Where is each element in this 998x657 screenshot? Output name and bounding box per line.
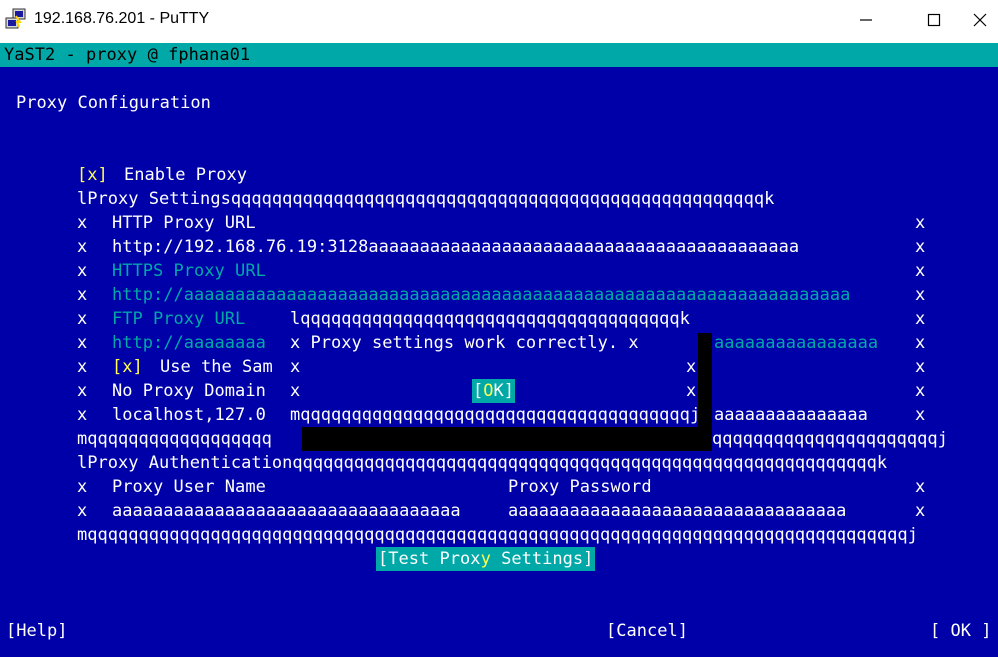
test-proxy-settings-button[interactable]: [Test Proxy Settings] bbox=[376, 547, 596, 571]
same-proxy-label: Use the Sam bbox=[160, 357, 273, 377]
proxy-settings-frame-bottom-right: qqqqqqqqqqqqqqqqqqqqqqj bbox=[712, 429, 948, 449]
putty-icon bbox=[4, 7, 28, 31]
cancel-button[interactable]: [Cancel] bbox=[606, 619, 688, 643]
popup-border: x bbox=[686, 381, 697, 401]
enable-proxy-checkbox[interactable]: [x] bbox=[77, 163, 108, 187]
ftp-proxy-input[interactable]: http://aaaaaaaa bbox=[112, 331, 266, 355]
page-title: Proxy Configuration bbox=[16, 93, 211, 113]
frame-border: x bbox=[915, 405, 926, 425]
frame-border: x bbox=[915, 333, 926, 353]
proxy-auth-frame-top: lProxy Authenticationqqqqqqqqqqqqqqqqqqq… bbox=[77, 453, 888, 473]
frame-border: x bbox=[77, 309, 88, 329]
popup-border: x bbox=[686, 357, 697, 377]
http-proxy-input[interactable]: http://192.168.76.19:3128aaaaaaaaaaaaaaa… bbox=[112, 235, 799, 259]
yast-header: YaST2 - proxy @ fphana01 bbox=[4, 45, 251, 65]
frame-border: x bbox=[77, 405, 88, 425]
popup-frame-bottom: mqqqqqqqqqqqqqqqqqqqqqqqqqqqqqqqqqqqqqqj bbox=[290, 405, 701, 425]
proxy-auth-frame-bottom: mqqqqqqqqqqqqqqqqqqqqqqqqqqqqqqqqqqqqqqq… bbox=[77, 525, 918, 545]
proxy-user-label: Proxy User Name bbox=[112, 477, 266, 497]
frame-border: x bbox=[77, 477, 88, 497]
close-icon[interactable] bbox=[957, 0, 998, 40]
proxy-settings-frame-top: lProxy Settingsqqqqqqqqqqqqqqqqqqqqqqqqq… bbox=[77, 189, 775, 209]
https-proxy-label: HTTPS Proxy URL bbox=[112, 261, 266, 281]
frame-border: x bbox=[915, 285, 926, 305]
frame-border: x bbox=[915, 309, 926, 329]
frame-border: x bbox=[77, 333, 88, 353]
frame-border: x bbox=[915, 477, 926, 497]
popup-message: x Proxy settings work correctly. x bbox=[290, 333, 639, 353]
minimize-icon[interactable] bbox=[843, 0, 889, 40]
ok-button[interactable]: [ OK ] bbox=[930, 619, 992, 643]
popup-shadow bbox=[302, 427, 712, 451]
frame-border: x bbox=[915, 261, 926, 281]
http-proxy-label: HTTP Proxy URL bbox=[112, 213, 256, 233]
frame-border: x bbox=[915, 381, 926, 401]
popup-border: x bbox=[290, 381, 301, 401]
popup-border: x bbox=[290, 357, 301, 377]
terminal[interactable]: YaST2 - proxy @ fphana01 Proxy Configura… bbox=[0, 43, 998, 657]
proxy-user-input[interactable]: aaaaaaaaaaaaaaaaaaaaaaaaaaaaaaaaaa bbox=[112, 499, 461, 523]
frame-border: x bbox=[77, 237, 88, 257]
frame-border: x bbox=[915, 213, 926, 233]
frame-border: x bbox=[77, 381, 88, 401]
frame-border: x bbox=[77, 357, 88, 377]
frame-border: x bbox=[77, 285, 88, 305]
frame-border: x bbox=[77, 213, 88, 233]
popup-ok-button[interactable]: [OK] bbox=[472, 379, 516, 403]
window-title: 192.168.76.201 - PuTTY bbox=[34, 10, 210, 27]
frame-border: x bbox=[915, 237, 926, 257]
proxy-settings-frame-bottom: mqqqqqqqqqqqqqqqqqq bbox=[77, 429, 272, 449]
frame-border: x bbox=[77, 501, 88, 521]
no-proxy-input[interactable]: localhost,127.0 bbox=[112, 403, 266, 427]
no-proxy-label: No Proxy Domain bbox=[112, 381, 266, 401]
no-proxy-input-tail: aaaaaaaaaaaaaaa bbox=[714, 405, 868, 425]
help-button[interactable]: [Help] bbox=[6, 619, 68, 643]
frame-border: x bbox=[77, 261, 88, 281]
proxy-password-input[interactable]: aaaaaaaaaaaaaaaaaaaaaaaaaaaaaaaaa bbox=[508, 499, 846, 523]
same-proxy-checkbox[interactable]: [x] bbox=[112, 355, 143, 379]
maximize-icon[interactable] bbox=[911, 0, 957, 40]
proxy-password-label: Proxy Password bbox=[508, 477, 652, 497]
frame-border: x bbox=[915, 501, 926, 521]
ftp-proxy-input-tail: aaaaaaaaaaaaaaaa bbox=[714, 333, 879, 353]
window-titlebar[interactable]: 192.168.76.201 - PuTTY bbox=[0, 0, 998, 43]
ftp-proxy-label: FTP Proxy URL bbox=[112, 309, 246, 329]
popup-frame-top: lqqqqqqqqqqqqqqqqqqqqqqqqqqqqqqqqqqqqqk bbox=[290, 309, 690, 329]
enable-proxy-label: Enable Proxy bbox=[124, 165, 248, 185]
frame-border: x bbox=[915, 357, 926, 377]
https-proxy-input[interactable]: http://aaaaaaaaaaaaaaaaaaaaaaaaaaaaaaaaa… bbox=[112, 283, 850, 307]
